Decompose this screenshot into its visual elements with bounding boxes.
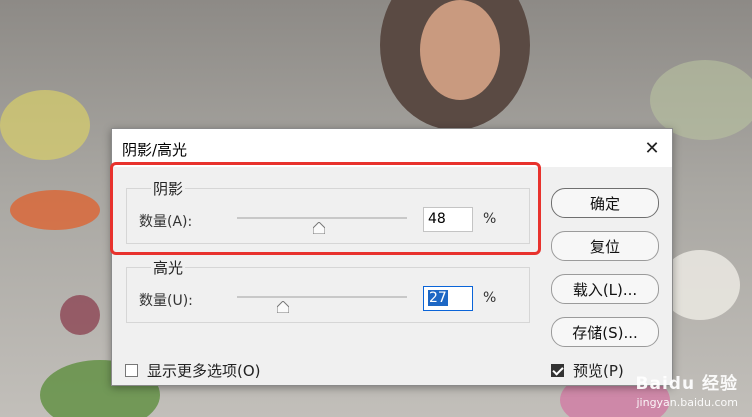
shadows-amount-input[interactable]: 48 (423, 207, 473, 232)
highlights-amount-value: 27 (428, 290, 448, 306)
shadows-amount-label: 数量(A): (139, 214, 193, 230)
preview-checkbox-row[interactable]: 预览(P) (551, 360, 624, 381)
reset-button[interactable]: 复位 (551, 231, 659, 261)
highlights-amount-input[interactable]: 27 (423, 286, 473, 311)
watermark-brand: Baidu 经验 (635, 374, 738, 394)
close-icon: ✕ (644, 137, 660, 159)
person-face (420, 0, 500, 100)
preview-checkbox[interactable] (551, 364, 564, 377)
highlights-group: 高光 数量(U): 27 % (126, 257, 530, 323)
close-button[interactable]: ✕ (632, 129, 672, 167)
highlights-amount-slider-track[interactable] (237, 296, 407, 298)
shadows-legend: 阴影 (151, 178, 186, 199)
baidu-watermark: Baidu 经验 jingyan.baidu.com (636, 369, 738, 409)
shadows-group: 阴影 数量(A): 48 % (126, 178, 530, 244)
highlights-amount-slider-thumb[interactable] (276, 301, 289, 313)
dark-flower (60, 295, 100, 335)
show-more-options-checkbox-row[interactable]: 显示更多选项(O) (125, 360, 261, 381)
shadows-percent-unit: % (483, 211, 497, 227)
shadows-amount-slider-track[interactable] (237, 217, 407, 219)
preview-label: 预览(P) (573, 362, 624, 380)
highlights-percent-unit: % (483, 290, 497, 306)
flowers-left (0, 90, 90, 160)
shadows-highlights-dialog: 阴影/高光 ✕ 阴影 数量(A): 48 % 高光 数量(U): 27 % 确定… (111, 128, 673, 386)
shadows-amount-slider-thumb[interactable] (312, 222, 325, 234)
show-more-options-label: 显示更多选项(O) (147, 362, 261, 380)
ok-button[interactable]: 确定 (551, 188, 659, 218)
highlights-amount-label: 数量(U): (139, 293, 193, 309)
title-bar[interactable]: 阴影/高光 ✕ (112, 129, 672, 167)
show-more-options-checkbox[interactable] (125, 364, 138, 377)
load-button[interactable]: 载入(L)... (551, 274, 659, 304)
shadows-amount-value: 48 (428, 211, 446, 227)
dialog-title: 阴影/高光 (122, 141, 188, 159)
watermark-url: jingyan.baidu.com (636, 396, 738, 409)
orange-flowers (10, 190, 100, 230)
highlights-legend: 高光 (151, 257, 186, 278)
save-button[interactable]: 存储(S)... (551, 317, 659, 347)
